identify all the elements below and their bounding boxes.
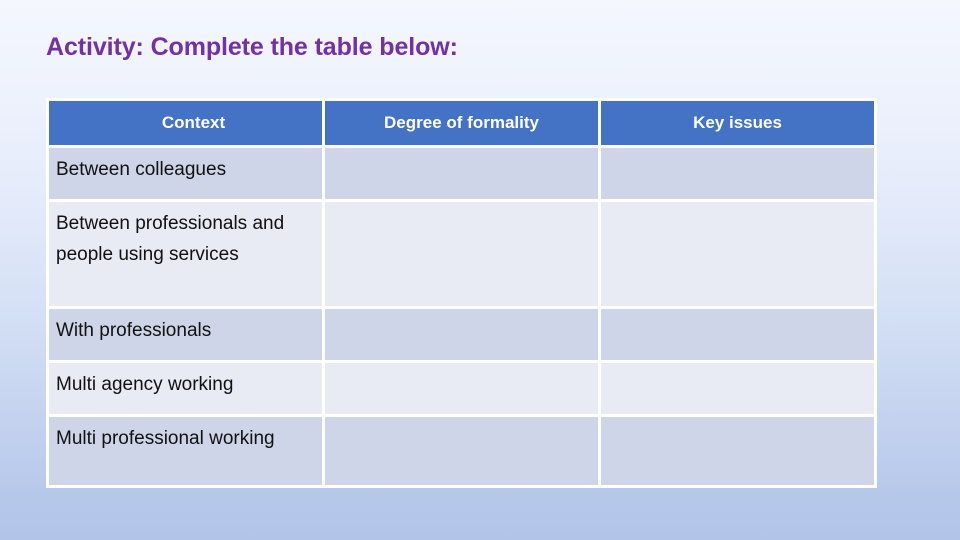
table-row: Between colleagues bbox=[46, 148, 877, 202]
table-row: Between professionals and people using s… bbox=[46, 202, 877, 309]
slide-canvas: Activity: Complete the table below: Cont… bbox=[0, 0, 960, 540]
table-body: Between colleagues Between professionals… bbox=[46, 148, 877, 488]
column-header-context-label: Context bbox=[161, 112, 226, 132]
cell-degree-of-formality[interactable] bbox=[325, 363, 601, 417]
cell-key-issues[interactable] bbox=[601, 148, 877, 202]
column-header-context: Context bbox=[46, 98, 325, 148]
column-header-key-issues: Key issues bbox=[601, 98, 877, 148]
cell-key-issues[interactable] bbox=[601, 202, 877, 309]
cell-key-issues[interactable] bbox=[601, 309, 877, 363]
table-row: Multi agency working bbox=[46, 363, 877, 417]
cell-context-text: Between colleagues bbox=[56, 159, 227, 180]
cell-context[interactable]: Between colleagues bbox=[46, 148, 325, 202]
cell-degree-of-formality[interactable] bbox=[325, 202, 601, 309]
column-header-key-issues-label: Key issues bbox=[693, 112, 782, 132]
cell-context-text: Multi agency working bbox=[56, 374, 234, 395]
cell-context[interactable]: Between professionals and people using s… bbox=[46, 202, 325, 309]
column-header-degree-of-formality-label: Degree of formality bbox=[384, 112, 539, 132]
cell-context-text: Between professionals and people using s… bbox=[56, 213, 285, 265]
cell-context[interactable]: Multi agency working bbox=[46, 363, 325, 417]
cell-context-text: With professionals bbox=[56, 320, 212, 341]
activity-table: Context Degree of formality Key issues B… bbox=[46, 98, 877, 488]
table-row: With professionals bbox=[46, 309, 877, 363]
table-row: Multi professional working bbox=[46, 417, 877, 488]
cell-context[interactable]: With professionals bbox=[46, 309, 325, 363]
page-title: Activity: Complete the table below: bbox=[46, 33, 458, 61]
cell-context-text: Multi professional working bbox=[56, 428, 275, 449]
table-header: Context Degree of formality Key issues bbox=[46, 98, 877, 148]
cell-degree-of-formality[interactable] bbox=[325, 148, 601, 202]
cell-key-issues[interactable] bbox=[601, 363, 877, 417]
column-header-degree-of-formality: Degree of formality bbox=[325, 98, 601, 148]
cell-key-issues[interactable] bbox=[601, 417, 877, 488]
table-header-row: Context Degree of formality Key issues bbox=[46, 98, 877, 148]
cell-context[interactable]: Multi professional working bbox=[46, 417, 325, 488]
cell-degree-of-formality[interactable] bbox=[325, 417, 601, 488]
cell-degree-of-formality[interactable] bbox=[325, 309, 601, 363]
